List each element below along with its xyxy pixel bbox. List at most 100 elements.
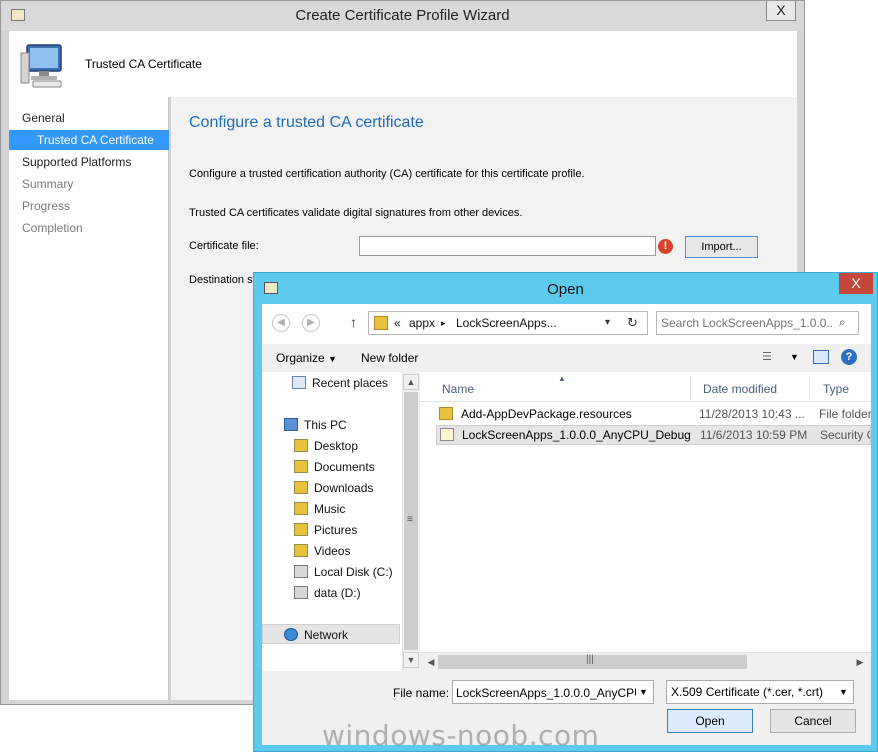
nav-item-general[interactable]: General: [9, 108, 169, 128]
folder-icon: [439, 407, 453, 420]
refresh-icon[interactable]: ↻: [627, 315, 638, 331]
nav-downloads[interactable]: Downloads: [294, 478, 373, 498]
column-divider[interactable]: [690, 376, 691, 400]
file-name-combobox[interactable]: ▼: [452, 680, 654, 704]
chevron-down-icon: ▼: [328, 354, 337, 364]
nav-videos-label: Videos: [314, 544, 351, 558]
file-name: LockScreenApps_1.0.0.0_AnyCPU_Debug: [462, 428, 691, 442]
nav-item-supported-platforms[interactable]: Supported Platforms: [9, 152, 169, 172]
file-date: 11/6/2013 10:59 PM: [700, 428, 808, 442]
import-button[interactable]: Import...: [685, 236, 758, 258]
help-icon[interactable]: ?: [841, 349, 857, 365]
nav-this-pc[interactable]: This PC: [284, 415, 347, 435]
open-dialog-title: Open: [547, 281, 584, 298]
new-folder-button[interactable]: New folder: [361, 351, 418, 365]
nav-music-label: Music: [314, 502, 346, 516]
address-bar[interactable]: « appx ▸ LockScreenApps... ▾ ↻: [368, 311, 648, 335]
folder-icon: [294, 502, 308, 515]
certificate-file-label: Certificate file:: [189, 240, 259, 252]
file-type-select[interactable]: X.509 Certificate (*.cer, *.crt) ▼: [666, 680, 854, 704]
breadcrumb-appx[interactable]: appx: [409, 316, 435, 330]
drive-icon: [294, 586, 308, 599]
preview-pane-icon[interactable]: [813, 350, 829, 364]
wizard-title-bar: Create Certificate Profile Wizard X: [1, 1, 804, 31]
organize-button[interactable]: Organize ▼: [276, 351, 337, 365]
scrollbar-thumb[interactable]: ≡: [404, 392, 418, 650]
open-dialog-close-button[interactable]: X: [839, 273, 873, 294]
nav-this-pc-label: This PC: [304, 418, 347, 432]
address-dropdown-icon[interactable]: ▾: [605, 317, 610, 328]
file-name-input[interactable]: [456, 685, 636, 701]
open-dialog-body: ◀ ▶ ↑ « appx ▸ LockScreenApps... ▾ ↻ ⌕ O…: [262, 304, 871, 745]
chevron-down-icon[interactable]: ▼: [639, 687, 648, 697]
file-name-label: File name:: [393, 686, 450, 700]
file-list-horizontal-scrollbar[interactable]: ◀ ||| ▶: [420, 652, 871, 671]
column-header-date-modified[interactable]: Date modified: [703, 382, 777, 396]
chevron-down-icon[interactable]: ▼: [839, 687, 848, 697]
column-header-type[interactable]: Type: [823, 382, 849, 396]
column-header-name[interactable]: Name: [442, 382, 474, 396]
nav-videos[interactable]: Videos: [294, 541, 350, 561]
certificate-icon: [440, 428, 454, 441]
forward-arrow-icon[interactable]: ▶: [302, 314, 320, 332]
navigation-scrollbar[interactable]: ▲ ≡ ▼: [402, 372, 419, 671]
page-title: Configure a trusted CA certificate: [189, 114, 424, 131]
scroll-right-icon[interactable]: ▶: [853, 655, 867, 669]
column-divider[interactable]: [809, 376, 810, 400]
folder-icon: [294, 481, 308, 494]
folder-icon: [374, 316, 388, 330]
nav-documents[interactable]: Documents: [294, 457, 375, 477]
navigation-pane: Recent places This PC Desktop Documents …: [262, 372, 419, 671]
command-bar: Organize ▼ New folder ☰ ▼ ?: [262, 344, 871, 372]
scroll-down-icon[interactable]: ▼: [403, 652, 419, 668]
breadcrumb-separator[interactable]: ▸: [441, 318, 446, 329]
wizard-nav: General Trusted CA Certificate Supported…: [9, 97, 169, 700]
open-button[interactable]: Open: [667, 709, 753, 733]
watermark: windows-noob.com: [322, 719, 600, 752]
nav-data-d[interactable]: data (D:): [294, 583, 361, 603]
nav-recent-places[interactable]: Recent places: [292, 373, 388, 393]
info-text: Trusted CA certificates validate digital…: [189, 207, 523, 219]
nav-item-summary: Summary: [22, 177, 74, 191]
nav-item-trusted-ca-certificate[interactable]: Trusted CA Certificate: [9, 130, 169, 150]
folder-icon: [294, 544, 308, 557]
file-row[interactable]: LockScreenApps_1.0.0.0_AnyCPU_Debug 11/6…: [436, 425, 871, 445]
grip-icon: ≡: [407, 514, 413, 525]
drive-icon: [294, 565, 308, 578]
scroll-left-icon[interactable]: ◀: [424, 655, 438, 669]
scrollbar-thumb[interactable]: |||: [438, 654, 747, 669]
wizard-header: Trusted CA Certificate: [9, 31, 797, 97]
file-list-pane: ▲ Name Date modified Type Add-AppDevPack…: [420, 372, 871, 671]
nav-local-disk-c-label: Local Disk (C:): [314, 565, 393, 579]
nav-pictures-label: Pictures: [314, 523, 358, 537]
nav-downloads-label: Downloads: [314, 481, 374, 495]
back-arrow-icon[interactable]: ◀: [272, 314, 290, 332]
cancel-button[interactable]: Cancel: [770, 709, 856, 733]
nav-pictures[interactable]: Pictures: [294, 520, 357, 540]
wizard-header-title: Trusted CA Certificate: [85, 57, 202, 71]
breadcrumb-overflow[interactable]: «: [394, 316, 401, 330]
file-date: 11/28/2013 10:43 ...: [699, 407, 805, 421]
nav-network[interactable]: Network: [284, 625, 348, 645]
certificate-file-input[interactable]: [359, 236, 656, 256]
view-dropdown-icon[interactable]: ▼: [790, 352, 799, 362]
scroll-up-icon[interactable]: ▲: [403, 374, 419, 390]
computer-icon: [284, 418, 298, 431]
column-header-row: ▲ Name Date modified Type: [420, 372, 871, 402]
nav-desktop[interactable]: Desktop: [294, 436, 358, 456]
folder-icon: [294, 460, 308, 473]
file-type-value: X.509 Certificate (*.cer, *.crt): [671, 685, 824, 699]
folder-icon: [294, 439, 308, 452]
clock-icon: [292, 376, 306, 389]
view-options-icon[interactable]: ☰: [762, 350, 776, 364]
nav-network-label: Network: [304, 628, 349, 642]
breadcrumb-lockscreenapps[interactable]: LockScreenApps...: [456, 316, 557, 330]
wizard-close-button[interactable]: X: [766, 1, 796, 21]
search-input[interactable]: [661, 315, 833, 331]
file-row[interactable]: Add-AppDevPackage.resources 11/28/2013 1…: [436, 404, 871, 424]
computer-icon: [20, 44, 62, 88]
up-arrow-icon[interactable]: ↑: [350, 314, 357, 330]
nav-local-disk-c[interactable]: Local Disk (C:): [294, 562, 393, 582]
search-box[interactable]: ⌕: [656, 311, 859, 335]
nav-music[interactable]: Music: [294, 499, 345, 519]
